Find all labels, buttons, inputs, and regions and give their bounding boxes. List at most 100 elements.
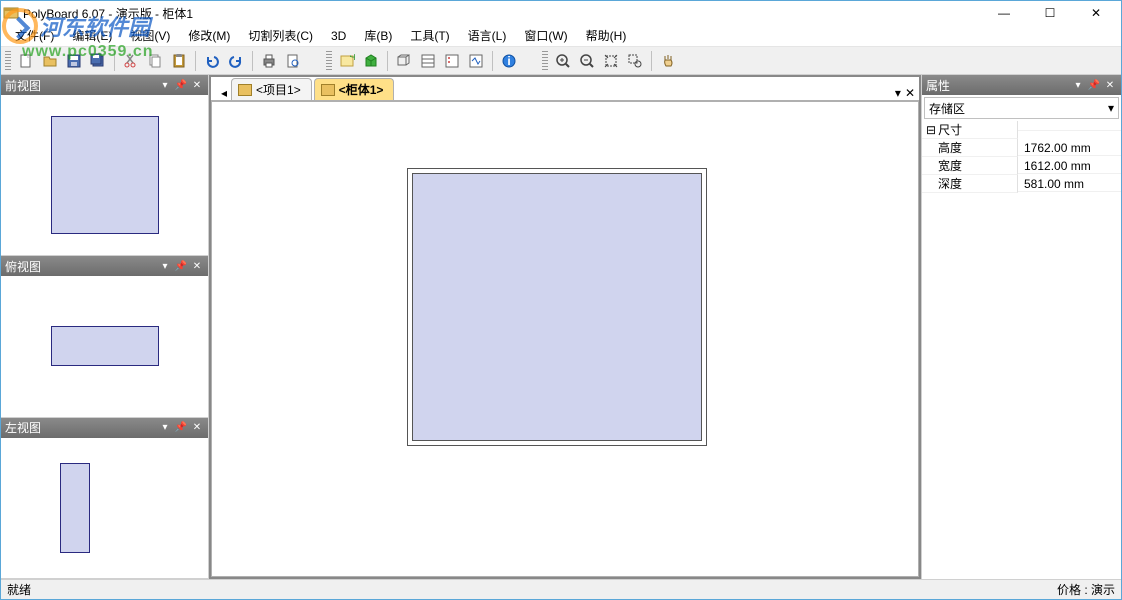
zoom-extents-button[interactable] [600,50,622,72]
prop-key-depth: 深度 [922,175,1018,193]
chevron-down-icon: ▾ [1108,101,1114,115]
left-view-shape [60,463,90,553]
front-view-header[interactable]: 前视图 ▾ 📌 ✕ [1,75,208,95]
pin-icon[interactable]: 📌 [1087,78,1101,92]
tab-project1[interactable]: <项目1> [231,78,312,100]
document-tabs: ◂ <项目1> <柜体1> ▾ ✕ [211,77,919,101]
properties-header[interactable]: 属性 ▾ 📌 ✕ [922,75,1121,95]
menu-3d[interactable]: 3D [323,27,354,45]
menubar: 文件(F) 编辑(E) 视图(V) 修改(M) 切割列表(C) 3D 库(B) … [1,25,1121,47]
prop-group-dimensions[interactable]: ⊟尺寸 [922,121,1121,139]
new-button[interactable] [15,50,37,72]
prop-val-depth[interactable]: 581.00 mm [1018,177,1121,192]
zoom-in-button[interactable] [552,50,574,72]
cabinet-shape-inner [412,173,702,441]
storage-combo[interactable]: 存储区 ▾ [924,97,1119,119]
pin-icon[interactable]: 📌 [174,78,188,92]
zoom-window-button[interactable] [624,50,646,72]
canvas[interactable] [211,101,919,577]
tab-cabinet1[interactable]: <柜体1> [314,78,395,100]
tabs-dropdown-icon[interactable]: ▾ [895,86,901,100]
prop-row-width[interactable]: 宽度 1612.00 mm [922,157,1121,175]
menu-file[interactable]: 文件(F) [7,25,62,46]
dropdown-icon[interactable]: ▾ [158,78,172,92]
tab-project1-label: <项目1> [256,81,301,98]
top-view-header[interactable]: 俯视图 ▾ 📌 ✕ [1,256,208,276]
copy-button[interactable] [144,50,166,72]
open-button[interactable] [39,50,61,72]
window-title: PolyBoard 6.07 - 演示版 - 柜体1 [23,5,981,22]
panel-close-icon[interactable]: ✕ [190,421,204,435]
save-button[interactable] [63,50,85,72]
toolbar: + i [1,47,1121,75]
tool-list2-button[interactable] [441,50,463,72]
prop-row-depth[interactable]: 深度 581.00 mm [922,175,1121,193]
prop-val-height[interactable]: 1762.00 mm [1018,141,1121,156]
prop-row-height[interactable]: 高度 1762.00 mm [922,139,1121,157]
print-preview-button[interactable] [282,50,304,72]
top-view-title: 俯视图 [5,258,41,275]
panel-close-icon[interactable]: ✕ [190,259,204,273]
dropdown-icon[interactable]: ▾ [1071,78,1085,92]
prop-val-width[interactable]: 1612.00 mm [1018,159,1121,174]
left-view-header[interactable]: 左视图 ▾ 📌 ✕ [1,418,208,438]
tool-cnc-button[interactable] [465,50,487,72]
new-cabinet-button[interactable] [360,50,382,72]
panel-close-icon[interactable]: ✕ [190,78,204,92]
project-tab-icon [238,84,252,96]
menu-library[interactable]: 库(B) [356,25,400,46]
minimize-button[interactable]: — [981,2,1027,24]
toolbar-grip-3[interactable] [542,51,548,71]
maximize-button[interactable]: ☐ [1027,2,1073,24]
prop-key-width: 宽度 [922,157,1018,175]
collapse-icon: ⊟ [926,123,936,137]
svg-text:i: i [507,54,510,68]
tool-3d-button[interactable] [393,50,415,72]
panel-close-icon[interactable]: ✕ [1103,78,1117,92]
menu-language[interactable]: 语言(L) [460,25,515,46]
status-left: 就绪 [7,581,31,598]
save-all-button[interactable] [87,50,109,72]
redo-button[interactable] [225,50,247,72]
top-view-body[interactable] [1,276,208,416]
print-button[interactable] [258,50,280,72]
toolbar-grip[interactable] [5,51,11,71]
tabs-nav-prev-icon[interactable]: ◂ [217,86,231,100]
zoom-out-button[interactable] [576,50,598,72]
menu-edit[interactable]: 编辑(E) [64,25,120,46]
menu-modify[interactable]: 修改(M) [180,25,238,46]
menu-cutlist[interactable]: 切割列表(C) [240,25,321,46]
tabs-close-icon[interactable]: ✕ [905,86,915,100]
pan-button[interactable] [657,50,679,72]
storage-combo-label: 存储区 [929,100,965,117]
dropdown-icon[interactable]: ▾ [158,259,172,273]
menu-view[interactable]: 视图(V) [122,25,178,46]
properties-title: 属性 [926,77,950,94]
dropdown-icon[interactable]: ▾ [158,421,172,435]
toolbar-grip-2[interactable] [326,51,332,71]
close-button[interactable]: ✕ [1073,2,1119,24]
new-item-button[interactable]: + [336,50,358,72]
menu-help[interactable]: 帮助(H) [578,25,635,46]
menu-window[interactable]: 窗口(W) [516,25,575,46]
left-view-body[interactable] [1,438,208,579]
info-button[interactable]: i [498,50,520,72]
left-view-title: 左视图 [5,419,41,436]
front-view-body[interactable] [1,95,208,255]
prop-key-height: 高度 [922,139,1018,157]
tool-list1-button[interactable] [417,50,439,72]
pin-icon[interactable]: 📌 [174,259,188,273]
cabinet-shape-outer[interactable] [407,168,707,446]
tab-cabinet1-label: <柜体1> [339,81,384,98]
left-view-panel: 左视图 ▾ 📌 ✕ [1,418,208,580]
svg-text:+: + [351,53,355,64]
cut-button[interactable] [120,50,142,72]
menu-tools[interactable]: 工具(T) [402,25,457,46]
paste-button[interactable] [168,50,190,72]
front-view-panel: 前视图 ▾ 📌 ✕ [1,75,208,256]
pin-icon[interactable]: 📌 [174,421,188,435]
top-view-shape [51,326,159,366]
status-right: 价格 : 演示 [1057,581,1115,598]
property-grid: ⊟尺寸 高度 1762.00 mm 宽度 1612.00 mm 深度 581.0… [922,121,1121,579]
undo-button[interactable] [201,50,223,72]
